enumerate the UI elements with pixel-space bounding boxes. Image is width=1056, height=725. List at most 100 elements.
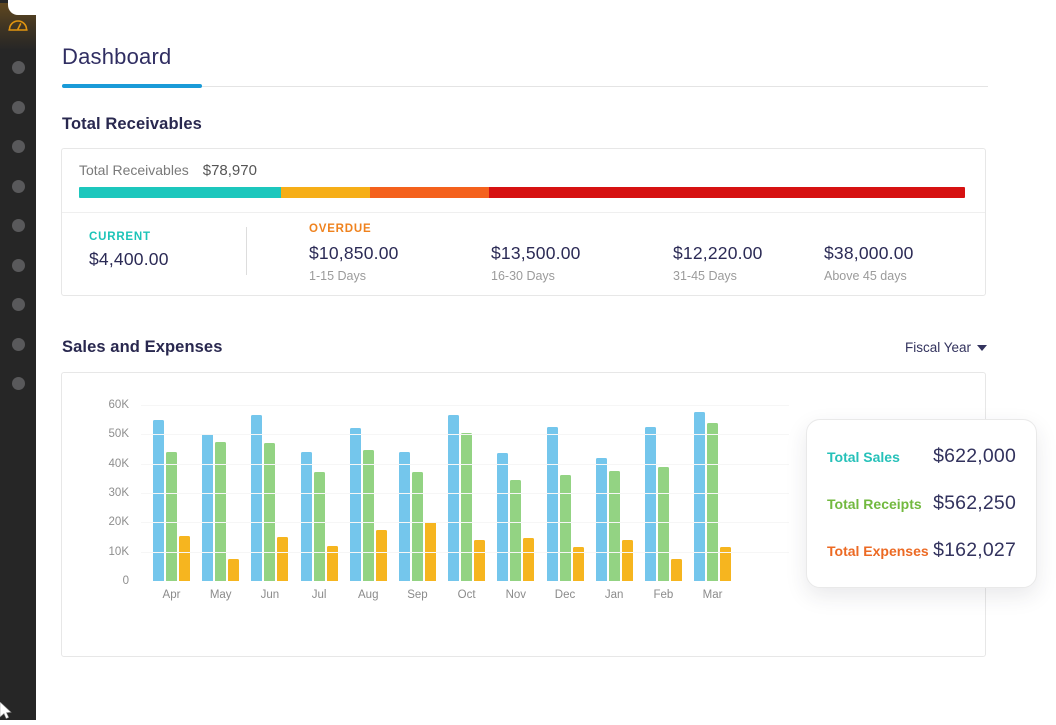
gridline <box>141 493 789 494</box>
bar-group-jun <box>251 415 288 581</box>
x-axis-label: Mar <box>694 589 731 601</box>
expenses-bar[interactable] <box>277 537 288 581</box>
x-axis-label: Feb <box>645 589 682 601</box>
sales-bar[interactable] <box>399 452 410 581</box>
bar-group-dec <box>547 427 584 581</box>
overdue-range: 16-30 Days <box>491 269 673 283</box>
top-notch <box>8 0 130 15</box>
receipts-bar[interactable] <box>658 467 669 581</box>
x-axis-label: Jul <box>301 589 338 601</box>
y-axis-tick: 30K <box>82 487 129 499</box>
overdue-bucket: $38,000.00Above 45 days <box>824 223 914 298</box>
sales-bar[interactable] <box>497 453 508 581</box>
bar-group-feb <box>645 427 682 581</box>
expenses-bar[interactable] <box>228 559 239 581</box>
receipts-bar[interactable] <box>363 450 374 581</box>
overdue-label <box>491 223 673 241</box>
y-axis-tick: 50K <box>82 428 129 440</box>
sidebar-item-dot[interactable] <box>12 338 25 351</box>
overdue-bucket: $13,500.00 16-30 Days <box>491 223 673 298</box>
totals-value: $562,250 <box>933 492 1016 515</box>
expenses-bar[interactable] <box>622 540 633 581</box>
sales-bar[interactable] <box>448 415 459 581</box>
fiscal-year-label: Fiscal Year <box>905 340 971 355</box>
totals-label: Total Receipts <box>827 496 922 512</box>
totals-summary-panel: Total Sales $622,000 Total Receipts $562,25… <box>806 419 1037 588</box>
totals-label: Total Expenses <box>827 543 929 559</box>
totals-row: Total Sales $622,000 <box>827 445 1016 468</box>
totals-row: Total Receipts $562,250 <box>827 492 1016 515</box>
receipts-bar[interactable] <box>461 433 472 581</box>
receipts-bar[interactable] <box>707 423 718 581</box>
x-axis-label: Jan <box>596 589 633 601</box>
sidebar-item-dot[interactable] <box>12 180 25 193</box>
receipts-bar[interactable] <box>560 475 571 581</box>
overdue-amount: $13,500.00 <box>491 243 673 264</box>
bar-group-apr <box>153 420 190 581</box>
expenses-bar[interactable] <box>179 536 190 581</box>
sales-bar[interactable] <box>153 420 164 581</box>
bar-group-mar <box>694 412 731 581</box>
totals-value: $162,027 <box>933 539 1016 562</box>
fiscal-year-dropdown[interactable]: Fiscal Year <box>905 340 987 355</box>
sidebar-item-dot[interactable] <box>12 298 25 311</box>
receipts-bar[interactable] <box>412 472 423 581</box>
totals-value: $622,000 <box>933 445 1016 468</box>
receipts-bar[interactable] <box>215 442 226 581</box>
sidebar-item-dot[interactable] <box>12 101 25 114</box>
receipts-bar[interactable] <box>166 452 177 581</box>
bar-group-may <box>202 434 239 581</box>
sales-bar[interactable] <box>251 415 262 581</box>
sales-bar[interactable] <box>202 434 213 581</box>
sidebar-item-dot[interactable] <box>12 219 25 232</box>
y-axis-tick: 10K <box>82 546 129 558</box>
current-label: CURRENT <box>89 231 246 243</box>
expenses-bar[interactable] <box>671 559 682 581</box>
sidebar-item-dot[interactable] <box>12 259 25 272</box>
receivables-total-amount: $78,970 <box>203 162 257 180</box>
current-block: CURRENT $4,400.00 <box>89 223 246 298</box>
expenses-bar[interactable] <box>523 538 534 581</box>
y-axis-tick: 0 <box>82 575 129 587</box>
aging-segment-overdue-16-30 <box>370 187 489 198</box>
sales-bar[interactable] <box>694 412 705 581</box>
sidebar-item-dot[interactable] <box>12 140 25 153</box>
overdue-bucket: $12,220.0031-45 Days <box>673 223 824 298</box>
page-title: Dashboard <box>62 44 171 70</box>
totals-label: Total Sales <box>827 449 900 465</box>
sidebar <box>0 0 36 720</box>
sales-bar[interactable] <box>350 428 361 581</box>
sales-bar[interactable] <box>301 452 312 581</box>
title-underline <box>62 84 988 88</box>
receivables-card: Total Receivables $78,970 CURRENT $4,400… <box>61 148 986 296</box>
receivables-aging-bar <box>79 187 965 198</box>
sales-bar[interactable] <box>645 427 656 581</box>
expenses-bar[interactable] <box>376 530 387 581</box>
expenses-bar[interactable] <box>474 540 485 581</box>
bar-group-nov <box>497 453 534 581</box>
overdue-label <box>673 223 824 241</box>
bar-group-jul <box>301 452 338 581</box>
overdue-range: 1-15 Days <box>309 269 491 283</box>
overdue-amount: $10,850.00 <box>309 243 491 264</box>
x-axis-label: Oct <box>448 589 485 601</box>
sales-expenses-section-title: Sales and Expenses <box>62 338 222 357</box>
sidebar-item-dot[interactable] <box>12 377 25 390</box>
bar-group-sep <box>399 452 436 581</box>
sidebar-item-dot[interactable] <box>12 61 25 74</box>
aging-segment-current <box>79 187 281 198</box>
x-axis-label: Aug <box>350 589 387 601</box>
aging-segment-overdue-1-15 <box>281 187 370 198</box>
bar-group-aug <box>350 428 387 581</box>
x-axis-label: Dec <box>547 589 584 601</box>
x-axis-label: Sep <box>399 589 436 601</box>
gridline <box>141 405 789 406</box>
gauge-icon <box>7 16 29 38</box>
receipts-bar[interactable] <box>314 472 325 581</box>
sales-bar[interactable] <box>547 427 558 581</box>
receipts-bar[interactable] <box>609 471 620 581</box>
sales-bar[interactable] <box>596 458 607 581</box>
receipts-bar[interactable] <box>510 480 521 581</box>
x-axis-label: May <box>202 589 239 601</box>
current-amount: $4,400.00 <box>89 249 246 270</box>
